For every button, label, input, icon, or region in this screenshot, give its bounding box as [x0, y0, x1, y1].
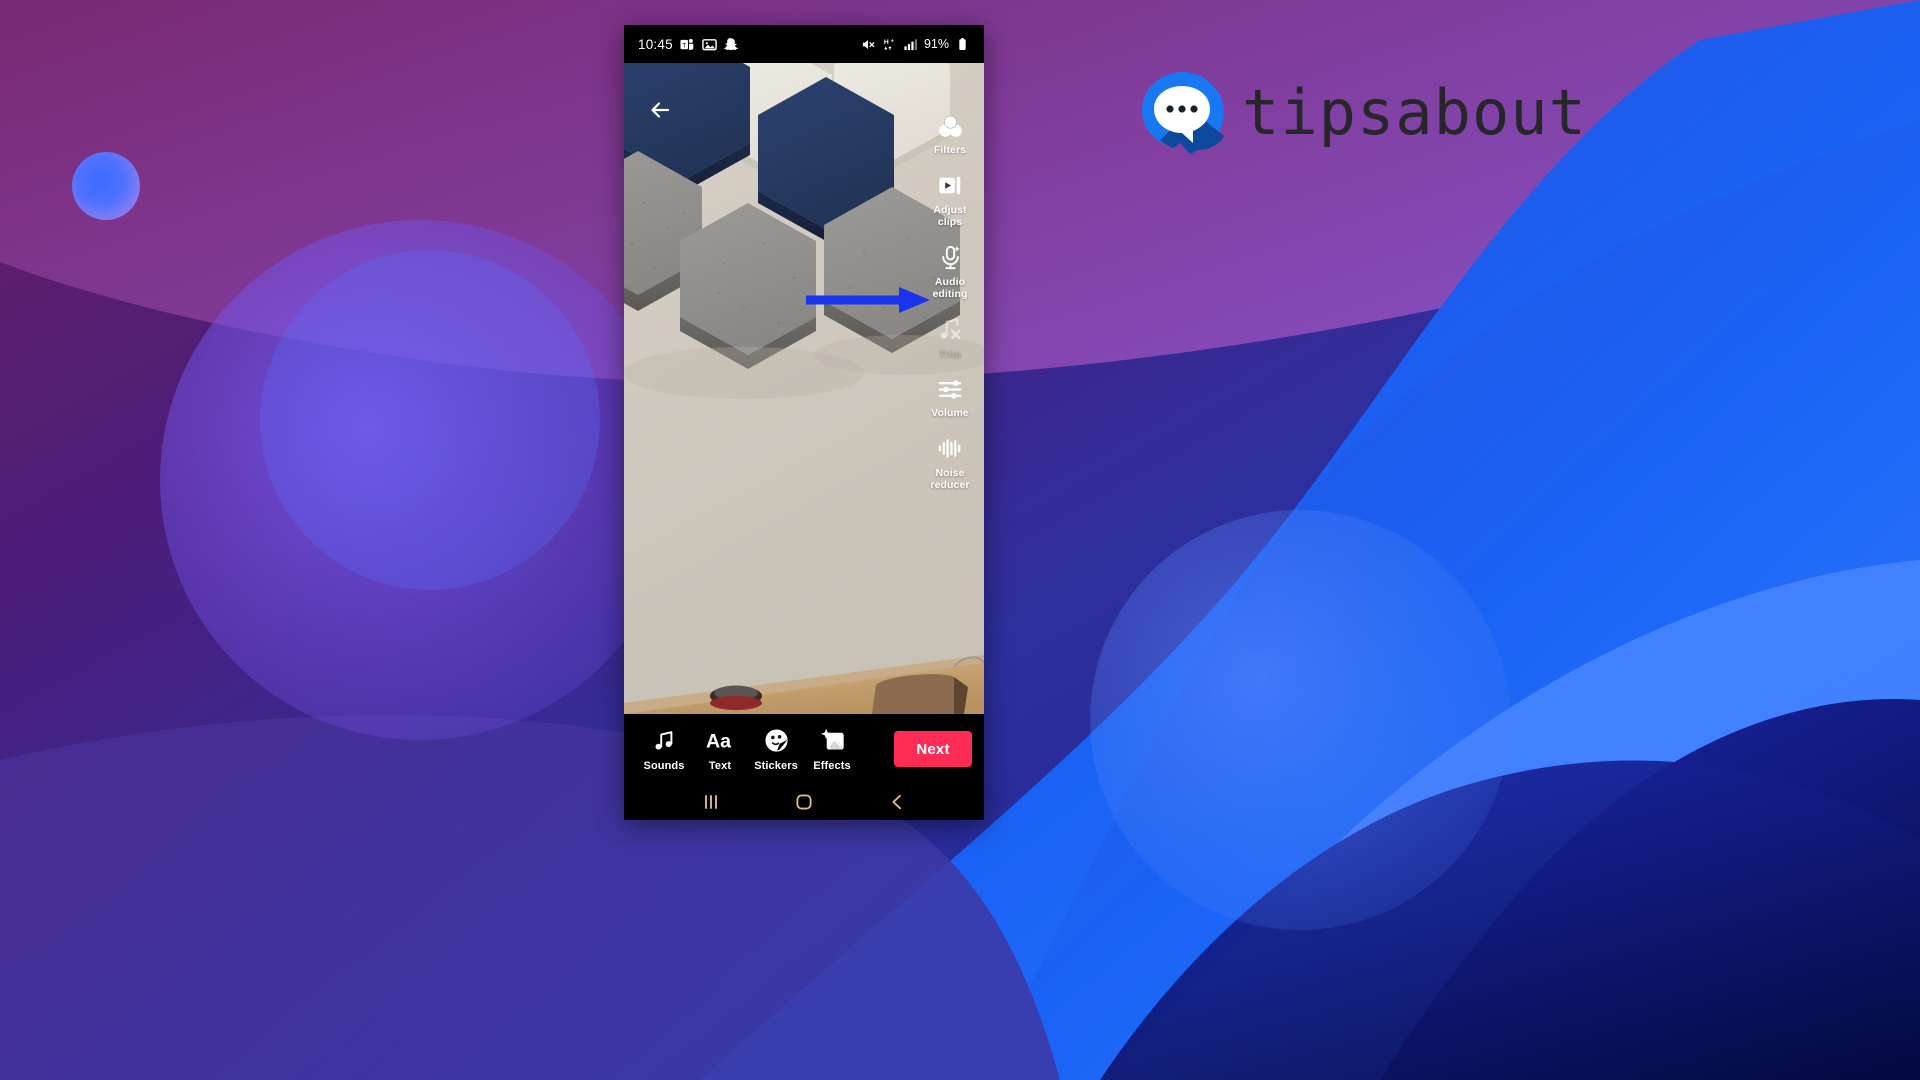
editor-tool-rail: Filters Adjust clips Audio editing Trim … — [916, 111, 984, 506]
next-button[interactable]: Next — [894, 731, 972, 767]
recents-icon[interactable] — [691, 789, 731, 815]
action-effects[interactable]: Effects — [804, 727, 860, 772]
text-aa-icon: Aa — [706, 727, 734, 755]
tool-label: Audio editing — [932, 275, 968, 301]
svg-text:Aa: Aa — [706, 730, 732, 752]
gallery-icon — [702, 37, 717, 52]
trim-icon — [937, 315, 964, 345]
signal-bars-icon — [903, 37, 918, 52]
filters-icon — [937, 111, 964, 141]
speech-bubble-icon — [1140, 70, 1226, 156]
music-note-icon — [652, 727, 676, 755]
mute-icon — [861, 37, 876, 52]
action-label: Text — [708, 759, 732, 772]
effects-sparkle-icon — [820, 727, 845, 755]
status-bar: 10:45 T H + 91% — [624, 25, 984, 63]
action-text[interactable]: Aa Text — [692, 727, 748, 772]
tool-label: Trim — [938, 347, 962, 360]
action-label: Stickers — [754, 759, 798, 772]
logo-wordmark: tipsabout — [1242, 76, 1587, 149]
action-label: Sounds — [643, 759, 685, 772]
video-preview[interactable]: Filters Adjust clips Audio editing Trim … — [624, 63, 984, 714]
svg-text:H: H — [884, 39, 889, 46]
tool-filters[interactable]: Filters — [916, 111, 984, 157]
adjust-clips-icon — [937, 171, 964, 201]
battery-icon — [955, 37, 970, 52]
battery-percent: 91% — [923, 37, 949, 51]
back-arrow-icon — [651, 102, 670, 118]
android-nav-bar — [624, 784, 984, 820]
sticker-smiley-icon — [764, 727, 789, 755]
tool-noise-reducer[interactable]: Noise reducer — [916, 434, 984, 492]
nav-back-icon[interactable] — [877, 789, 917, 815]
snapchat-icon — [723, 37, 739, 52]
tool-label: Volume — [931, 407, 969, 419]
tool-label: Noise reducer — [930, 466, 970, 492]
action-stickers[interactable]: Stickers — [748, 727, 804, 772]
tool-trim[interactable]: Trim — [916, 315, 984, 361]
editor-action-bar: Sounds Aa Text Stickers Effects Next — [624, 714, 984, 784]
svg-text:T: T — [682, 42, 686, 49]
tool-label: Adjust clips — [933, 203, 967, 229]
back-button[interactable] — [643, 93, 677, 127]
tipsabout-logo: tipsabout — [1140, 68, 1586, 158]
phone-screenshot: 10:45 T H + 91% Filters Adjust clips Aud… — [624, 25, 984, 820]
home-icon[interactable] — [784, 789, 824, 815]
tool-volume[interactable]: Volume — [916, 374, 984, 420]
svg-text:+: + — [891, 38, 895, 44]
action-sounds[interactable]: Sounds — [636, 727, 692, 772]
tool-label: Filters — [933, 144, 967, 156]
noise-reducer-icon — [937, 434, 964, 464]
volume-icon — [937, 374, 964, 404]
microsoft-teams-icon: T — [680, 37, 695, 52]
action-label: Effects — [813, 759, 851, 772]
tool-adjust-clips[interactable]: Adjust clips — [916, 171, 984, 229]
hspa-plus-icon: H + — [882, 37, 897, 52]
tool-audio-editing[interactable]: Audio editing — [916, 243, 984, 301]
status-clock: 10:45 — [638, 36, 673, 52]
audio-editing-icon — [937, 243, 964, 273]
